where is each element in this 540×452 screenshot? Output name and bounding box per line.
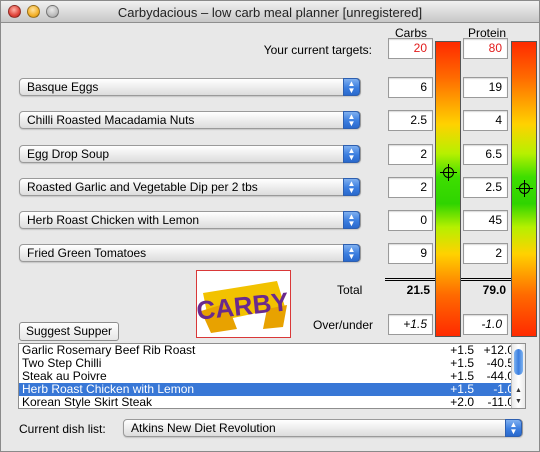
scroll-up-icon[interactable]: ▲ <box>512 386 525 396</box>
meal-select-6[interactable]: Fried Green Tomatoes ▲ ▼ <box>19 244 361 262</box>
meal-select-5[interactable]: Herb Roast Chicken with Lemon ▲ ▼ <box>19 211 361 229</box>
meal-4-carbs-field[interactable]: 2 <box>388 177 433 198</box>
meal-3-protein-field[interactable]: 6.5 <box>463 144 508 165</box>
list-item-name: Korean Style Skirt Steak <box>22 395 153 409</box>
meal-select-label: Roasted Garlic and Vegetable Dip per 2 t… <box>27 180 258 194</box>
meal-5-protein-field[interactable]: 45 <box>463 210 508 231</box>
up-down-arrows-icon: ▲ ▼ <box>343 145 360 163</box>
carbs-target-field[interactable]: 20 <box>388 38 433 59</box>
meal-select-label: Fried Green Tomatoes <box>27 246 147 260</box>
up-down-arrows-icon: ▲ ▼ <box>343 211 360 229</box>
up-down-arrows-icon: ▲ ▼ <box>343 78 360 96</box>
window-title: Carbydacious – low carb meal planner [un… <box>117 5 423 20</box>
suggestion-list[interactable]: Garlic Rosemary Beef Rib Roast +1.5 +12.… <box>18 343 526 409</box>
protein-total: 79.0 <box>461 278 511 299</box>
meal-2-protein-field[interactable]: 4 <box>463 110 508 131</box>
meal-3-carbs-field[interactable]: 2 <box>388 144 433 165</box>
dishlist-label: Current dish list: <box>19 422 106 436</box>
meal-select-3[interactable]: Egg Drop Soup ▲ ▼ <box>19 145 361 163</box>
scroll-thumb[interactable] <box>514 349 523 375</box>
protein-target-field[interactable]: 80 <box>463 38 508 59</box>
carbs-overunder: +1.5 <box>388 314 433 335</box>
suggest-supper-button[interactable]: Suggest Supper <box>19 322 119 341</box>
list-item[interactable]: Korean Style Skirt Steak +2.0 -11.0 <box>19 396 525 409</box>
meal-select-4[interactable]: Roasted Garlic and Vegetable Dip per 2 t… <box>19 178 361 196</box>
meal-select-1[interactable]: Basque Eggs ▲ ▼ <box>19 78 361 96</box>
carby-logo: CARBY <box>196 270 291 338</box>
carbs-total: 21.5 <box>385 278 435 299</box>
overunder-label: Over/under <box>313 318 374 332</box>
meal-5-carbs-field[interactable]: 0 <box>388 210 433 231</box>
dishlist-value: Atkins New Diet Revolution <box>131 421 276 435</box>
meal-select-label: Herb Roast Chicken with Lemon <box>27 213 200 227</box>
meal-6-protein-field[interactable]: 2 <box>463 243 508 264</box>
up-down-arrows-icon: ▲ ▼ <box>505 419 522 437</box>
meal-1-carbs-field[interactable]: 6 <box>388 77 433 98</box>
dishlist-select[interactable]: Atkins New Diet Revolution ▲ ▼ <box>123 419 523 437</box>
meal-select-label: Chilli Roasted Macadamia Nuts <box>27 113 195 127</box>
up-down-arrows-icon: ▲ ▼ <box>343 178 360 196</box>
up-down-arrows-icon: ▲ ▼ <box>343 244 360 262</box>
list-scrollbar[interactable]: ▲ ▼ <box>511 344 525 408</box>
meal-select-label: Basque Eggs <box>27 80 99 94</box>
meal-6-carbs-field[interactable]: 9 <box>388 243 433 264</box>
app-window: Carbydacious – low carb meal planner [un… <box>0 0 540 452</box>
protein-overunder: -1.0 <box>463 314 508 335</box>
protein-gauge <box>511 41 537 337</box>
carbs-gauge <box>435 41 461 337</box>
meal-select-2[interactable]: Chilli Roasted Macadamia Nuts ▲ ▼ <box>19 111 361 129</box>
title-bar[interactable]: Carbydacious – low carb meal planner [un… <box>1 1 539 23</box>
crosshair-icon <box>516 180 533 197</box>
meal-2-carbs-field[interactable]: 2.5 <box>388 110 433 131</box>
meal-select-label: Egg Drop Soup <box>27 147 110 161</box>
targets-label: Your current targets: <box>263 43 372 57</box>
scroll-down-icon[interactable]: ▼ <box>512 397 525 407</box>
crosshair-icon <box>440 164 457 181</box>
up-down-arrows-icon: ▲ ▼ <box>343 111 360 129</box>
meal-4-protein-field[interactable]: 2.5 <box>463 177 508 198</box>
list-item-carbs: +2.0 <box>450 395 474 409</box>
meal-1-protein-field[interactable]: 19 <box>463 77 508 98</box>
total-label: Total <box>337 283 363 297</box>
